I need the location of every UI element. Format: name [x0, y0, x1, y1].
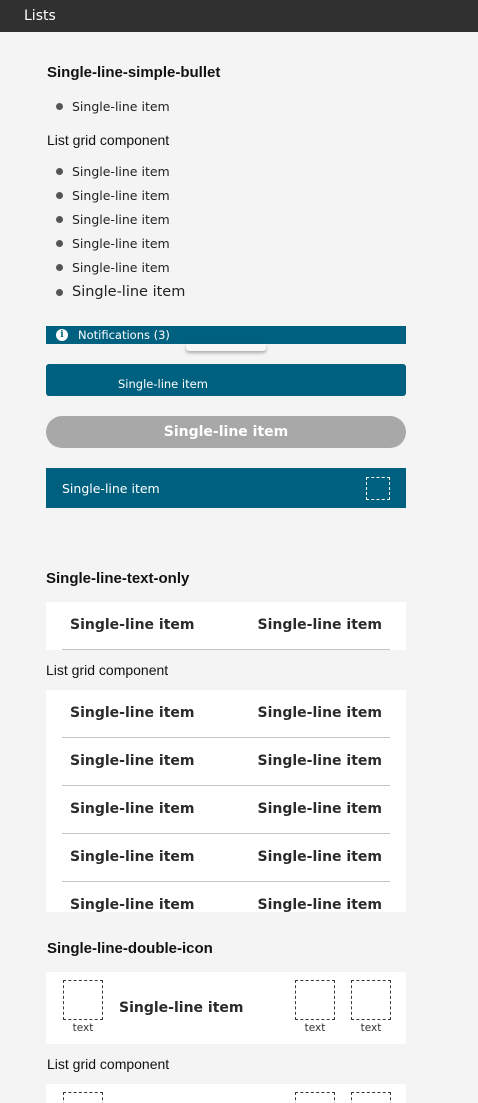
list-row[interactable]: Single-line item Single-line item: [62, 786, 390, 834]
list-grid-label: List grid component: [47, 1056, 170, 1072]
placeholder-icon[interactable]: [295, 980, 335, 1020]
list-item[interactable]: Single-line item: [56, 209, 170, 229]
list-row[interactable]: Single-line item Single-line item: [62, 882, 390, 912]
row-right-label: Single-line item: [257, 801, 382, 817]
bullet-icon: [56, 167, 63, 175]
list-row[interactable]: [46, 1084, 406, 1103]
list-item-label: Single-line item: [72, 98, 170, 114]
icon-caption: text: [360, 1022, 382, 1034]
list-item[interactable]: Single-line item: [56, 185, 170, 205]
disabled-pill-item: Single-line item: [46, 416, 406, 448]
text-only-list: Single-line item Single-line item: [46, 602, 406, 650]
icon-caption: text: [304, 1022, 326, 1034]
list-row[interactable]: Single-line item Single-line item: [62, 602, 390, 650]
list-item-label: Single-line item: [72, 187, 170, 203]
bullet-icon: [56, 288, 63, 296]
list-item-label: Single-line item: [72, 259, 170, 275]
info-icon: i: [56, 329, 68, 341]
bullet-icon: [56, 239, 63, 247]
bullet-icon: [56, 263, 63, 271]
list-item-label: Single-line item: [72, 284, 186, 300]
bullet-icon: [56, 215, 63, 223]
section-title-text-only: Single-line-text-only: [46, 570, 190, 587]
row-left-label: Single-line item: [70, 705, 195, 721]
section-title-double-icon: Single-line-double-icon: [47, 940, 213, 957]
double-icon-list: text Single-line item text text: [46, 972, 406, 1044]
row-left-label: Single-line item: [70, 801, 195, 817]
row-left-label: Single-line item: [70, 617, 195, 633]
list-grid-label: List grid component: [46, 662, 169, 678]
row-left-label: Single-line item: [70, 849, 195, 865]
row-right-label: Single-line item: [257, 849, 382, 865]
pill-label: Single-line item: [163, 424, 289, 440]
button-label: Single-line item: [118, 377, 208, 391]
window-titlebar: Lists: [0, 0, 478, 32]
row-label: Single-line item: [119, 1000, 244, 1016]
notifications-label: Notifications (3): [78, 328, 170, 342]
list-grid-label: List grid component: [47, 132, 170, 148]
notifications-bar[interactable]: i Notifications (3): [46, 326, 406, 344]
placeholder-icon[interactable]: [351, 1092, 391, 1103]
row-right-label: Single-line item: [257, 617, 382, 633]
list-row[interactable]: Single-line item Single-line item: [62, 738, 390, 786]
row-left-label: Single-line item: [70, 897, 195, 912]
list-item[interactable]: Single-line item: [56, 233, 170, 253]
list-item-label: Single-line item: [72, 163, 170, 179]
list-item-label: Single-line item: [72, 211, 170, 227]
list-row[interactable]: Single-line item Single-line item: [62, 690, 390, 738]
double-icon-list-grid: [46, 1084, 406, 1103]
row-right-label: Single-line item: [257, 897, 382, 912]
list-item-label: Single-line item: [72, 235, 170, 251]
window-title: Lists: [24, 8, 56, 24]
list-item[interactable]: Single-line item: [56, 282, 185, 302]
notifications-dropdown-tab: [186, 344, 266, 351]
bullet-icon: [56, 102, 63, 110]
single-line-item-button[interactable]: Single-line item: [46, 364, 406, 396]
bullet-icon: [56, 191, 63, 199]
list-row[interactable]: Single-line item Single-line item: [62, 834, 390, 882]
list-item-label: Single-line item: [62, 481, 160, 496]
row-right-label: Single-line item: [257, 753, 382, 769]
list-item[interactable]: Single-line item: [56, 96, 170, 116]
placeholder-icon: [63, 1092, 103, 1103]
list-item[interactable]: Single-line item: [56, 257, 170, 277]
placeholder-icon: [63, 980, 103, 1020]
text-only-list-grid: Single-line item Single-line item Single…: [46, 690, 406, 912]
list-row[interactable]: text Single-line item text text: [46, 972, 406, 1044]
row-right-label: Single-line item: [257, 705, 382, 721]
list-item[interactable]: Single-line item: [56, 161, 170, 181]
placeholder-icon[interactable]: [366, 477, 390, 500]
placeholder-icon[interactable]: [351, 980, 391, 1020]
icon-caption: text: [72, 1022, 94, 1034]
section-title-simple-bullet: Single-line-simple-bullet: [47, 64, 221, 81]
row-divider: [62, 649, 390, 650]
placeholder-icon[interactable]: [295, 1092, 335, 1103]
row-left-label: Single-line item: [70, 753, 195, 769]
selected-list-item[interactable]: Single-line item: [46, 468, 406, 508]
